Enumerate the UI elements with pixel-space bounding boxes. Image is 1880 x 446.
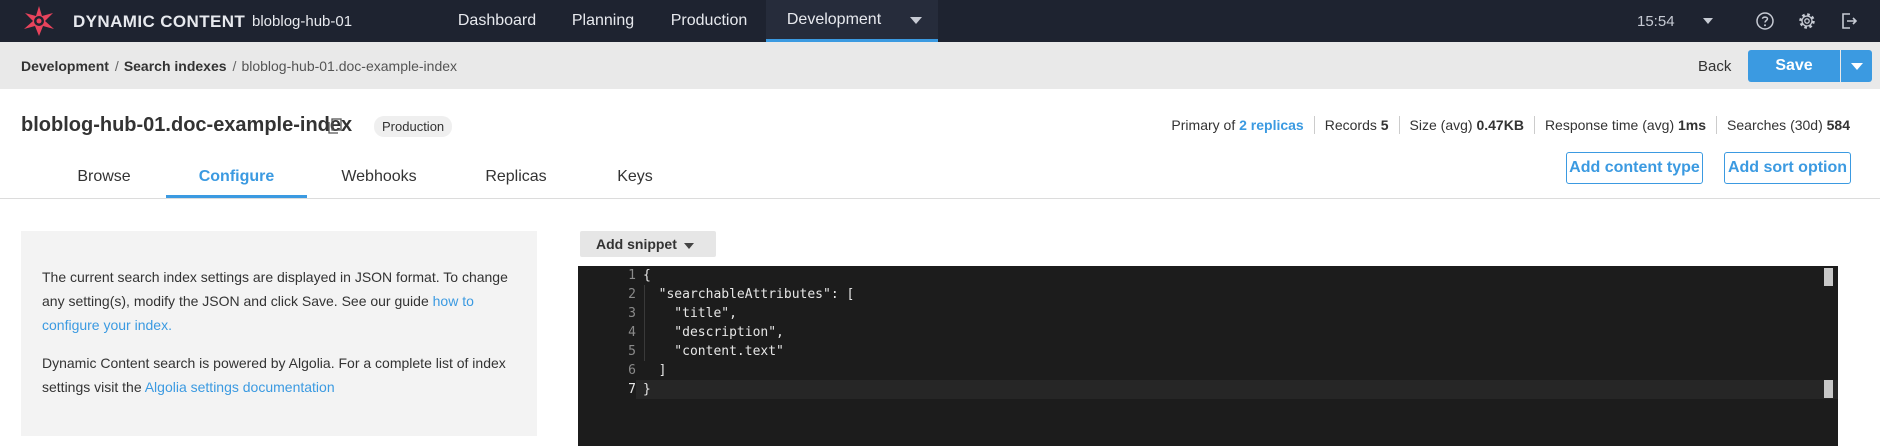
tab-configure[interactable]: Configure	[166, 156, 307, 198]
breadcrumb: Development / Search indexes / bloblog-hub-0…	[21, 58, 457, 74]
info-paragraph-json: The current search index settings are di…	[42, 265, 512, 337]
line-number: 1	[628, 268, 636, 283]
line-number-current: 7	[628, 382, 636, 397]
json-code-editor[interactable]: 1 2 3 4 5 6 7 { "searchableAttributes": …	[578, 266, 1838, 446]
tab-keys[interactable]: Keys	[589, 156, 681, 198]
nav-dashboard[interactable]: Dashboard	[444, 0, 550, 42]
index-stats: Primary of 2 replicas Records 5 Size (av…	[1161, 116, 1850, 134]
add-content-type-button[interactable]: Add content type	[1566, 152, 1703, 184]
line-number: 3	[628, 306, 636, 321]
line-number: 4	[628, 325, 636, 340]
breadcrumb-search-indexes[interactable]: Search indexes	[124, 58, 227, 74]
copy-icon[interactable]	[328, 118, 342, 134]
breadcrumb-current: bloblog-hub-01.doc-example-index	[241, 58, 458, 74]
code-line[interactable]: }	[643, 380, 651, 399]
clock-time: 15:54	[1637, 13, 1675, 30]
stat-size-label: Size (avg)	[1409, 117, 1473, 133]
stat-response-value: 1ms	[1678, 117, 1707, 133]
stat-records-label: Records	[1324, 117, 1377, 133]
stat-records-value: 5	[1380, 117, 1389, 133]
save-button[interactable]: Save	[1748, 50, 1840, 82]
nav-production[interactable]: Production	[656, 0, 762, 42]
code-line[interactable]: "content.text"	[643, 342, 784, 361]
add-sort-option-button[interactable]: Add sort option	[1724, 152, 1851, 184]
breadcrumb-development[interactable]: Development	[21, 58, 109, 74]
editor-scroll-marker	[1824, 380, 1833, 398]
breadcrumb-separator: /	[232, 58, 237, 74]
breadcrumb-separator: /	[114, 58, 119, 74]
breadcrumb-bar: Development / Search indexes / bloblog-hub-0…	[0, 42, 1880, 89]
add-snippet-dropdown[interactable]: Add snippet	[580, 231, 716, 257]
code-line[interactable]: "searchableAttributes": [	[643, 285, 855, 304]
algolia-docs-link[interactable]: Algolia settings documentation	[145, 379, 335, 395]
hub-selector[interactable]: bloblog-hub-01	[252, 13, 352, 30]
settings-icon[interactable]	[1797, 11, 1817, 31]
stat-size-value: 0.47KB	[1476, 117, 1524, 133]
editor-scrollbar[interactable]	[1824, 268, 1833, 286]
stat-size: Size (avg) 0.47KB	[1400, 116, 1535, 134]
dynamic-content-logo-icon[interactable]	[22, 5, 56, 37]
tab-webhooks[interactable]: Webhooks	[315, 156, 443, 198]
stat-response-time: Response time (avg) 1ms	[1535, 116, 1718, 134]
line-number: 2	[628, 287, 636, 302]
stat-searches-label: Searches (30d)	[1727, 117, 1823, 133]
replicas-link[interactable]: 2 replicas	[1239, 117, 1304, 133]
line-number-gutter: 1 2 3 4 5 6 7	[578, 266, 636, 446]
tab-browse[interactable]: Browse	[50, 156, 158, 198]
page-title: bloblog-hub-01.doc-example-index	[21, 114, 353, 136]
code-line[interactable]: {	[643, 266, 651, 285]
brand-name: DYNAMIC CONTENT	[73, 12, 246, 31]
save-options-dropdown[interactable]	[1841, 50, 1872, 82]
stat-searches: Searches (30d) 584	[1717, 116, 1850, 134]
stat-searches-value: 584	[1826, 117, 1850, 133]
nav-dropdown-caret-icon[interactable]	[910, 17, 922, 24]
code-line[interactable]: "title",	[643, 304, 737, 323]
info-paragraph-algolia: Dynamic Content search is powered by Alg…	[42, 351, 512, 399]
code-line[interactable]: "description",	[643, 323, 784, 342]
line-number: 6	[628, 363, 636, 378]
back-button[interactable]: Back	[1698, 58, 1731, 75]
environment-badge: Production	[374, 116, 453, 137]
help-icon[interactable]	[1755, 11, 1775, 31]
clock-dropdown-caret-icon[interactable]	[1703, 18, 1713, 24]
info-panel: The current search index settings are di…	[21, 231, 537, 436]
tabs-divider	[0, 198, 1880, 199]
current-line-highlight	[636, 380, 1838, 399]
top-navigation-bar: DYNAMIC CONTENT bloblog-hub-01 Dashboard…	[0, 0, 1880, 42]
stat-primary: Primary of 2 replicas	[1161, 116, 1315, 134]
nav-planning[interactable]: Planning	[557, 0, 649, 42]
tab-replicas[interactable]: Replicas	[458, 156, 574, 198]
stat-primary-label: Primary of	[1171, 117, 1236, 133]
line-number: 5	[628, 344, 636, 359]
stat-response-label: Response time (avg)	[1544, 117, 1675, 133]
stat-records: Records 5	[1315, 116, 1400, 134]
logout-icon[interactable]	[1839, 11, 1859, 31]
code-line[interactable]: ]	[643, 361, 667, 380]
